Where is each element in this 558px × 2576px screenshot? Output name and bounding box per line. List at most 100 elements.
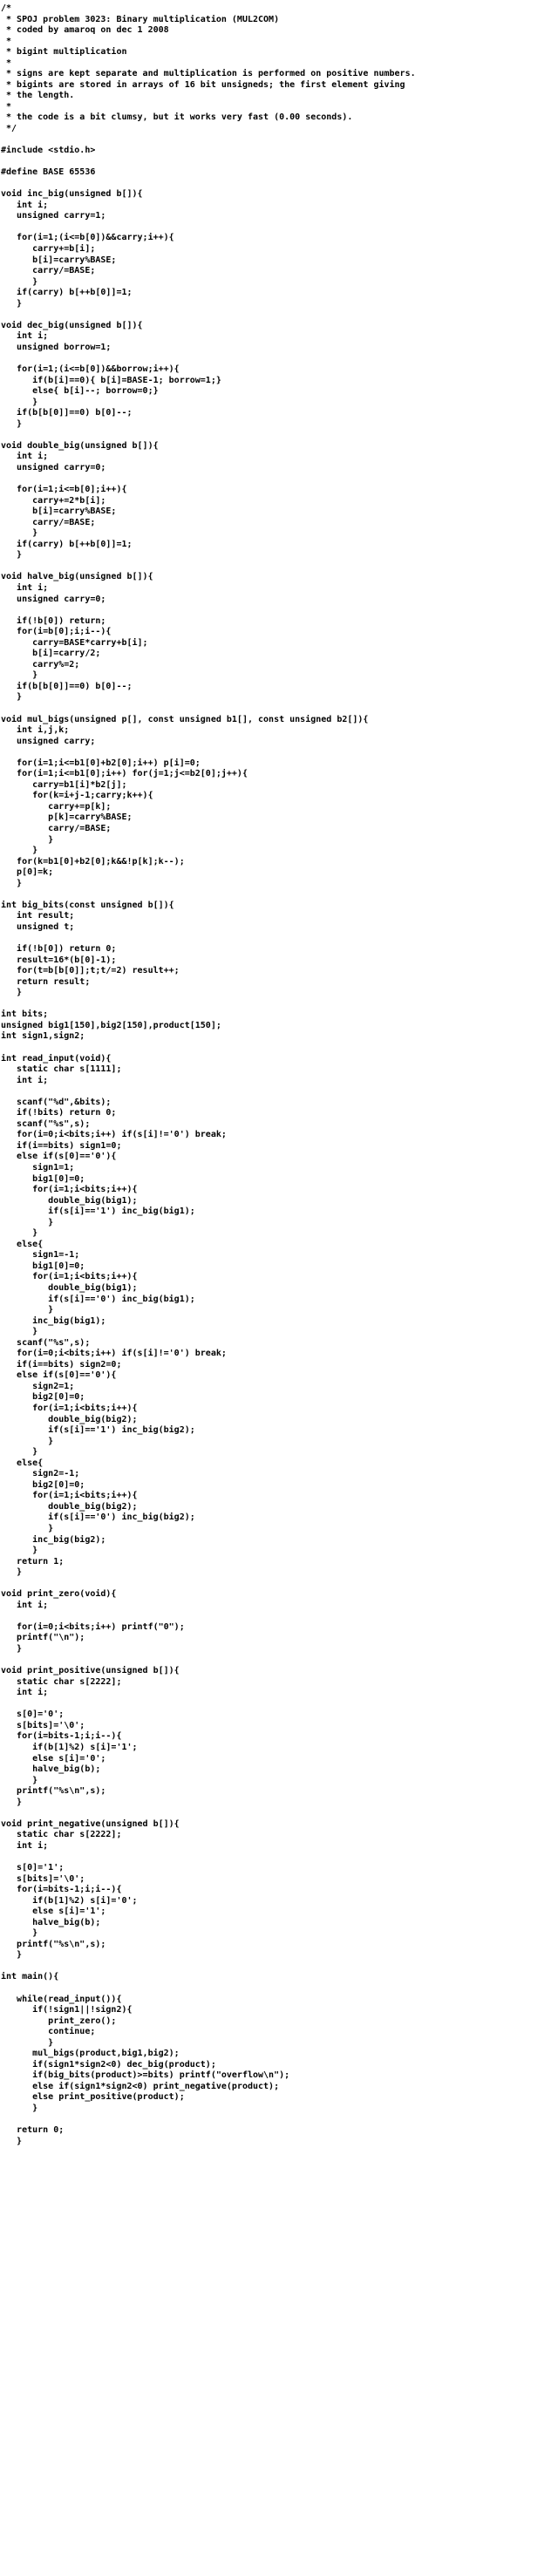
- code-line: if(b[1]%2) s[i]='0';: [1, 1895, 138, 1906]
- code-line: void mul_bigs(unsigned p[], const unsign…: [1, 714, 369, 724]
- code-line: big2[0]=0;: [1, 1392, 85, 1403]
- code-line: for(i=1;(i<=b[0])&&carry;i++){: [1, 233, 174, 243]
- code-line: big2[0]=0;: [1, 1479, 85, 1490]
- code-line: unsigned big1[150],big2[150],product[150…: [1, 1020, 221, 1030]
- code-line: print_zero();: [1, 2015, 117, 2026]
- code-line: for(i=1;(i<=b[0])&&borrow;i++){: [1, 364, 180, 375]
- code-line: if(b[1]%2) s[i]='1';: [1, 1742, 138, 1752]
- code-line: for(i=0;i<bits;i++) if(s[i]!='0') break;: [1, 1130, 227, 1140]
- code-line: int i;: [1, 200, 49, 210]
- code-line: }: [1, 1228, 38, 1239]
- code-line: printf("%s\n",s);: [1, 1786, 106, 1797]
- code-line: sign1=1;: [1, 1162, 75, 1172]
- code-line: if(carry) b[++b[0]]=1;: [1, 539, 133, 549]
- code-line: }: [1, 418, 23, 429]
- code-line: scanf("%s",s);: [1, 1337, 91, 1348]
- code-line: return 1;: [1, 1556, 65, 1567]
- code-line: for(i=bits-1;i;i--){: [1, 1885, 122, 1895]
- code-line: inc_big(big1);: [1, 1315, 106, 1326]
- code-line: if(big_bits(product)>=bits) printf("over…: [1, 2070, 290, 2081]
- code-line: for(i=1;i<bits;i++){: [1, 1404, 138, 1413]
- code-line: }: [1, 692, 23, 703]
- code-line: for(i=1;i<bits;i++){: [1, 1185, 138, 1195]
- code-line: for(t=b[b[0]];t;t/=2) result++;: [1, 966, 180, 976]
- code-line: else if(s[0]=='0'){: [1, 1152, 117, 1162]
- code-line: for(i=1;i<bits;i++){: [1, 1491, 138, 1501]
- code-line: unsigned carry=1;: [1, 211, 106, 221]
- code-line: if(i==bits) sign1=0;: [1, 1140, 122, 1151]
- code-line: b[i]=carry/2;: [1, 649, 101, 659]
- code-line: unsigned t;: [1, 921, 75, 932]
- code-line: return 0;: [1, 2125, 65, 2136]
- code-line: int big_bits(const unsigned b[]){: [1, 900, 174, 910]
- code-line: for(i=1;i<=b1[0]+b2[0];i++) p[i]=0;: [1, 758, 201, 768]
- code-line: double_big(big1);: [1, 1195, 138, 1206]
- code-line: else s[i]='1';: [1, 1907, 106, 1917]
- code-line: }: [1, 1447, 38, 1458]
- code-line: if(carry) b[++b[0]]=1;: [1, 288, 133, 298]
- code-line: if(i==bits) sign2=0;: [1, 1359, 122, 1370]
- code-line: *: [1, 101, 12, 112]
- code-line: }: [1, 1217, 54, 1227]
- code-line: *: [1, 36, 12, 46]
- code-line: * the length.: [1, 91, 75, 101]
- code-line: /*: [1, 3, 12, 13]
- code-line: }: [1, 1567, 23, 1578]
- code-line: else s[i]='0';: [1, 1753, 106, 1764]
- code-line: s[bits]='\0';: [1, 1873, 85, 1884]
- code-line: void double_big(unsigned b[]){: [1, 440, 159, 451]
- code-line: static char s[1111];: [1, 1064, 122, 1075]
- code-line: unsigned carry=0;: [1, 594, 106, 604]
- code-line: carry+=2*b[i];: [1, 495, 106, 506]
- code-line: static char s[2222];: [1, 1830, 122, 1840]
- code-line: carry/=BASE;: [1, 266, 96, 276]
- code-line: p[0]=k;: [1, 867, 54, 878]
- code-line: }: [1, 1644, 23, 1655]
- code-line: continue;: [1, 2027, 96, 2037]
- code-line: carry+=b[i];: [1, 244, 96, 255]
- code-line: int i,j,k;: [1, 725, 70, 736]
- code-line: s[bits]='\0';: [1, 1720, 85, 1730]
- code-line: if(!b[0]) return;: [1, 615, 106, 626]
- code-line: else{: [1, 1458, 44, 1468]
- code-line: }: [1, 397, 38, 407]
- code-line: */: [1, 124, 17, 134]
- code-line: for(i=b[0];i;i--){: [1, 627, 112, 637]
- code-line: for(i=bits-1;i;i--){: [1, 1731, 122, 1742]
- code-line: * bigint multiplication: [1, 47, 127, 58]
- code-line: halve_big(b);: [1, 1917, 101, 1927]
- code-line: int i;: [1, 452, 49, 462]
- code-line: *: [1, 58, 12, 68]
- code-line: if(s[i]=='0') inc_big(big2);: [1, 1512, 195, 1523]
- code-line: halve_big(b);: [1, 1764, 101, 1775]
- code-line: }: [1, 1327, 38, 1337]
- code-line: }: [1, 1928, 38, 1939]
- code-line: if(b[i]==0){ b[i]=BASE-1; borrow=1;}: [1, 375, 221, 385]
- code-line: }: [1, 846, 38, 856]
- code-line: big1[0]=0;: [1, 1261, 85, 1271]
- code-line: carry%=2;: [1, 659, 80, 669]
- code-line: int i;: [1, 1840, 49, 1851]
- code-line: #define BASE 65536: [1, 167, 96, 178]
- code-line: double_big(big2);: [1, 1501, 138, 1512]
- code-line: mul_bigs(product,big1,big2);: [1, 2049, 180, 2059]
- code-line: carry/=BASE;: [1, 824, 112, 834]
- code-line: result=16*(b[0]-1);: [1, 955, 117, 965]
- code-line: carry/=BASE;: [1, 517, 96, 527]
